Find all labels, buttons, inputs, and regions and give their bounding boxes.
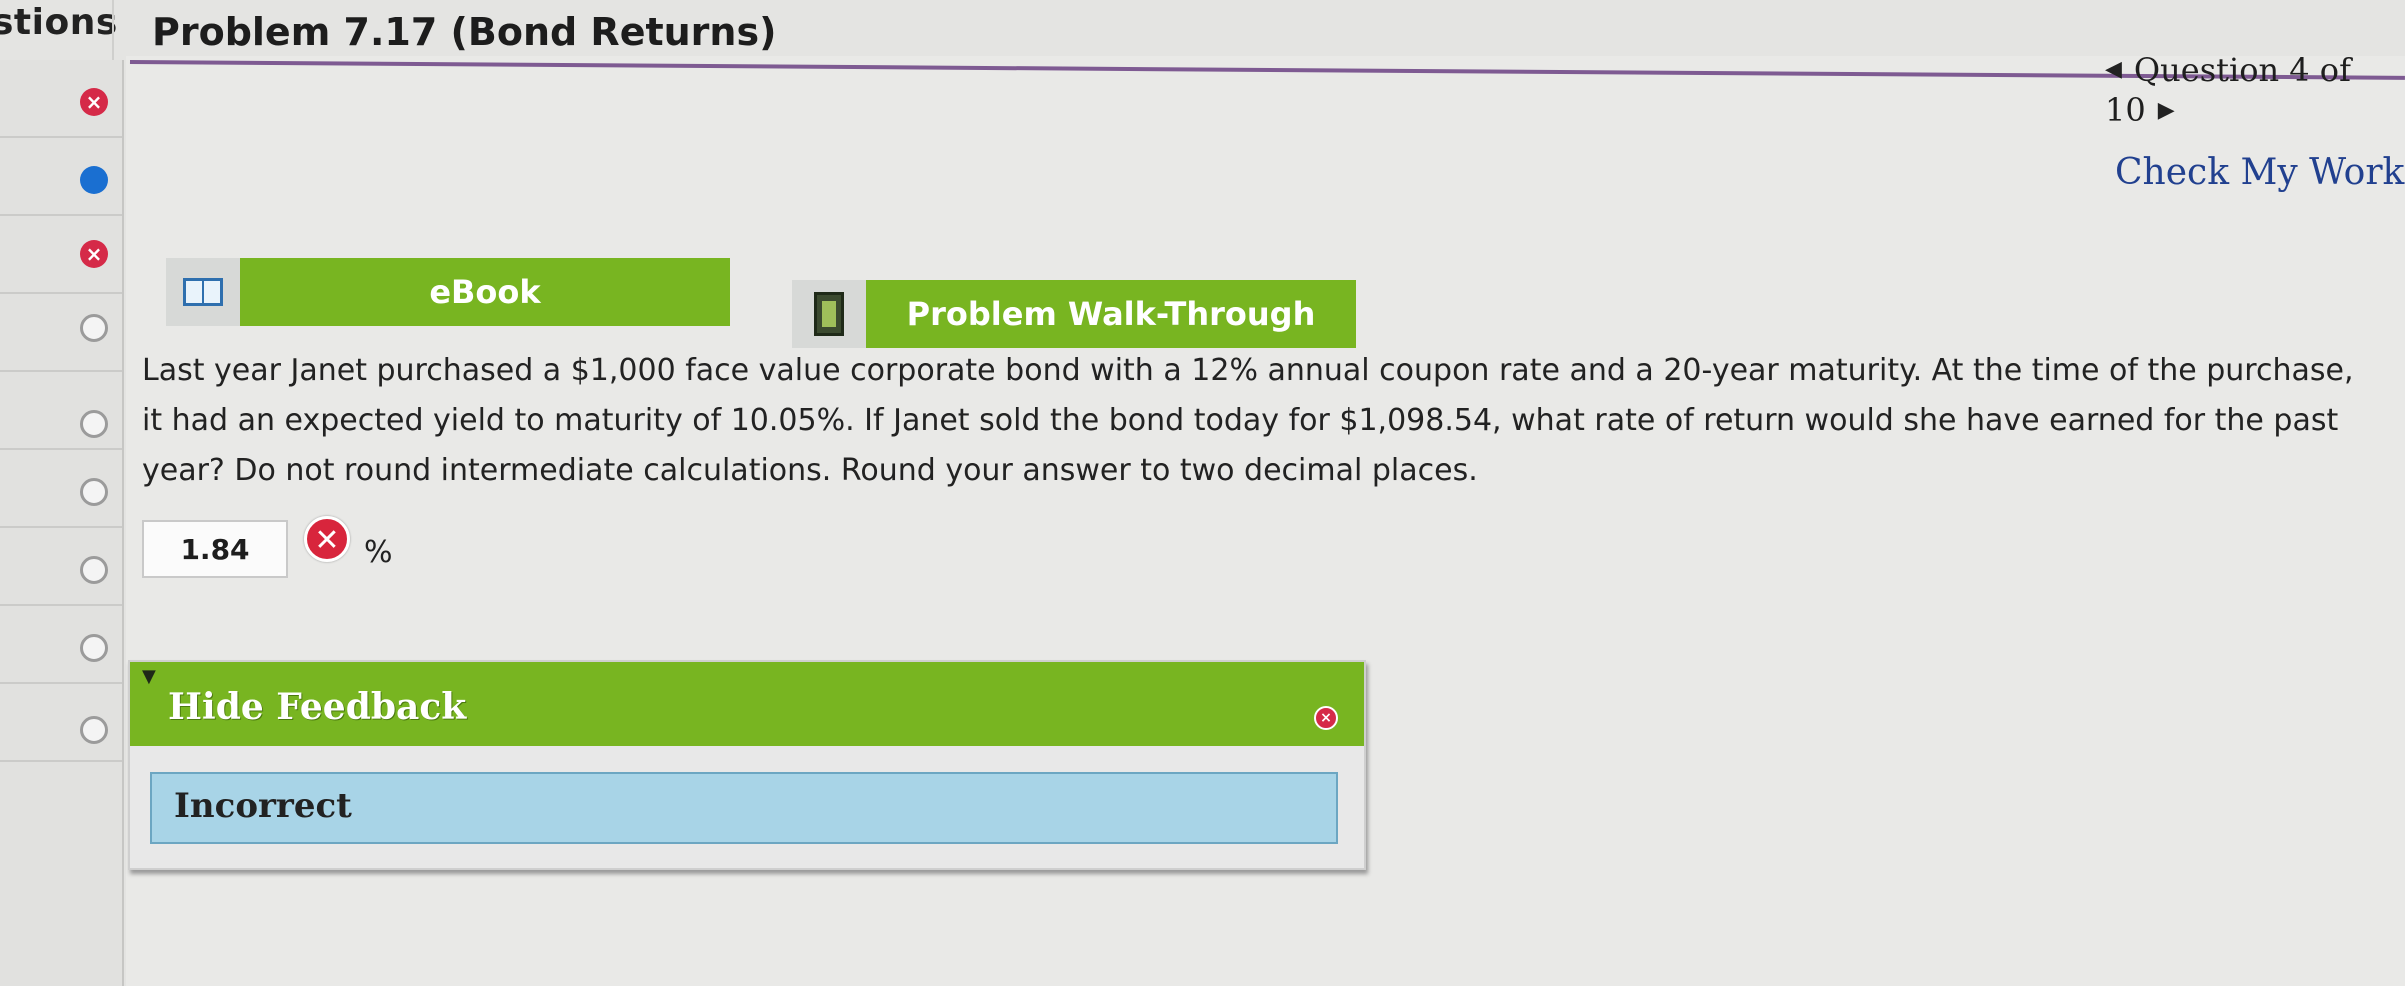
- walkthrough-label: Problem Walk-Through: [866, 280, 1356, 348]
- ebook-label: eBook: [240, 258, 730, 326]
- feedback-body: Incorrect: [150, 772, 1338, 844]
- collapse-triangle-icon[interactable]: ▼: [142, 666, 156, 687]
- close-feedback-icon[interactable]: ×: [1314, 706, 1338, 730]
- current-dot-icon: [80, 166, 108, 194]
- feedback-result: Incorrect: [174, 786, 352, 826]
- page-title: Problem 7.17 (Bond Returns): [152, 10, 777, 54]
- question-item-1[interactable]: ×: [0, 60, 122, 138]
- check-my-work-link[interactable]: Check My Work: [2115, 152, 2404, 193]
- feedback-panel: ▼ Hide Feedback × Incorrect: [128, 660, 1366, 870]
- question-item-6[interactable]: [0, 450, 122, 528]
- empty-circle-icon: [80, 410, 108, 438]
- empty-circle-icon: [80, 634, 108, 662]
- problem-walkthrough-button[interactable]: Problem Walk-Through: [792, 280, 1356, 348]
- question-item-7[interactable]: [0, 528, 122, 606]
- empty-circle-icon: [80, 478, 108, 506]
- problem-line: it had an expected yield to maturity of …: [142, 403, 2339, 438]
- hide-feedback-toggle[interactable]: Hide Feedback: [168, 686, 466, 728]
- next-question-icon[interactable]: ▶: [2158, 98, 2175, 123]
- incorrect-icon: ×: [80, 88, 108, 116]
- empty-circle-icon: [80, 314, 108, 342]
- question-counter: Question 4 of 10: [2105, 50, 2351, 130]
- empty-circle-icon: [80, 556, 108, 584]
- question-item-2[interactable]: [0, 138, 122, 216]
- problem-line: Last year Janet purchased a $1,000 face …: [142, 353, 2354, 388]
- question-navigator: ◀ Question 4 of 10 ▶: [2105, 48, 2405, 130]
- question-item-5[interactable]: [0, 372, 122, 450]
- question-item-4[interactable]: [0, 294, 122, 372]
- percent-unit: %: [364, 535, 393, 570]
- prev-question-icon[interactable]: ◀: [2105, 57, 2122, 82]
- book-icon: [166, 258, 240, 326]
- problem-line: year? Do not round intermediate calculat…: [142, 453, 1478, 488]
- question-item-9[interactable]: [0, 684, 122, 762]
- sidebar-heading: stions: [0, 2, 118, 43]
- incorrect-answer-icon: ✕: [304, 516, 350, 562]
- answer-input[interactable]: 1.84: [142, 520, 288, 578]
- question-item-8[interactable]: [0, 606, 122, 684]
- incorrect-icon: ×: [80, 240, 108, 268]
- question-list-sidebar: × ×: [0, 60, 124, 986]
- question-item-3[interactable]: ×: [0, 216, 122, 294]
- feedback-header[interactable]: ▼ Hide Feedback ×: [130, 662, 1364, 746]
- film-icon: [792, 280, 866, 348]
- empty-circle-icon: [80, 716, 108, 744]
- problem-statement: Last year Janet purchased a $1,000 face …: [142, 346, 2392, 496]
- ebook-button[interactable]: eBook: [166, 258, 730, 326]
